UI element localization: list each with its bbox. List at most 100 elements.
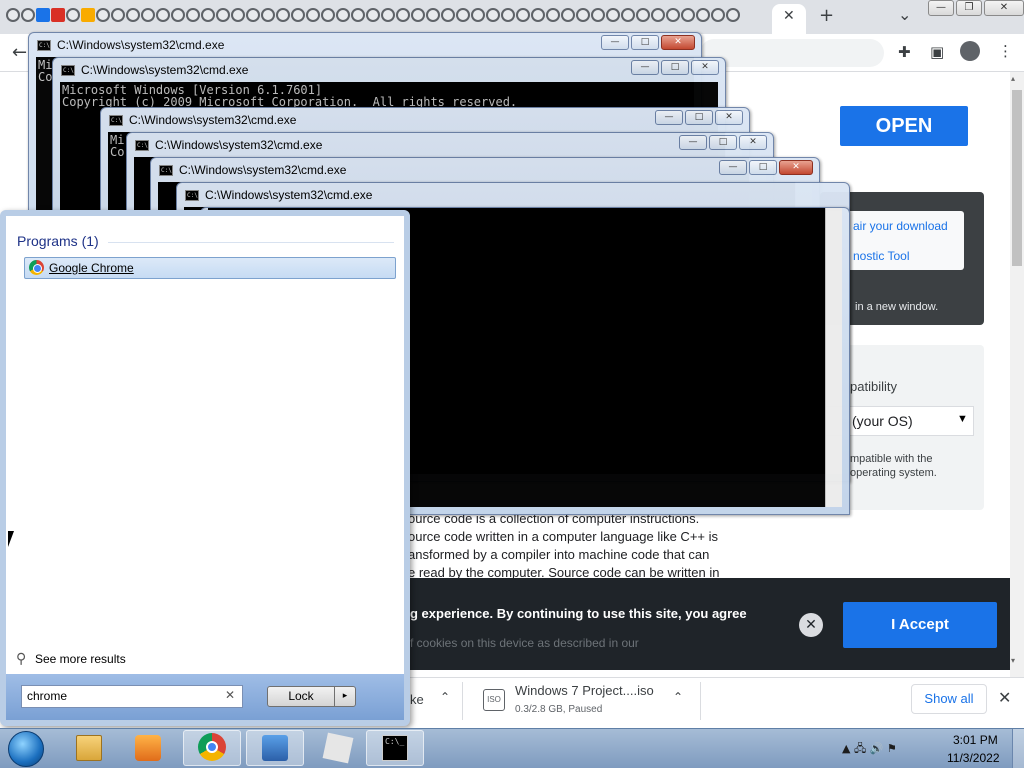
tab-favicon[interactable] <box>126 8 140 22</box>
system-tray-icons[interactable]: ▲ 🖧 🔊 ⚑ <box>842 740 897 759</box>
maximize-button[interactable]: □ <box>749 160 777 175</box>
open-button[interactable]: OPEN <box>840 106 968 146</box>
minimize-button[interactable]: — <box>631 60 659 75</box>
tab-favicon[interactable] <box>411 8 425 22</box>
diagnostic-tool-link[interactable]: nostic Tool <box>853 249 909 263</box>
see-more-results-link[interactable]: See more results <box>35 652 126 666</box>
close-tab-icon[interactable]: ✕ <box>783 8 795 24</box>
page-scrollbar-thumb[interactable] <box>1012 90 1022 266</box>
tab-favicon[interactable] <box>66 8 80 22</box>
tab-favicon[interactable] <box>111 8 125 22</box>
start-search-value[interactable]: chrome <box>27 689 67 703</box>
console-scrollbar[interactable] <box>825 208 842 507</box>
clock-time[interactable]: 3:01 PM <box>953 733 998 747</box>
previous-download-name[interactable]: ke <box>410 692 424 707</box>
start-button[interactable] <box>8 731 44 767</box>
tab-favicon[interactable] <box>351 8 365 22</box>
clear-search-icon[interactable]: ✕ <box>225 688 235 702</box>
scroll-up-arrow[interactable]: ▴ <box>1011 74 1015 83</box>
tab-favicon[interactable] <box>546 8 560 22</box>
menu-icon[interactable]: ⋮ <box>998 42 1013 60</box>
tab-favicon[interactable] <box>306 8 320 22</box>
maximize-button[interactable]: □ <box>661 60 689 75</box>
tab-favicon[interactable] <box>321 8 335 22</box>
repair-download-link[interactable]: air your download <box>853 219 948 233</box>
tab-favicon[interactable] <box>231 8 245 22</box>
minimize-button[interactable]: — <box>679 135 707 150</box>
tab-favicon[interactable] <box>186 8 200 22</box>
new-tab-icon[interactable]: + <box>819 5 834 26</box>
tab-favicon[interactable] <box>606 8 620 22</box>
close-button[interactable]: ✕ <box>661 35 695 50</box>
tab-favicon[interactable] <box>666 8 680 22</box>
download-tab-icon[interactable] <box>36 8 50 22</box>
close-button[interactable]: ✕ <box>715 110 743 125</box>
tab-favicon[interactable] <box>396 8 410 22</box>
maximize-button[interactable]: □ <box>685 110 713 125</box>
show-desktop-button[interactable] <box>1012 729 1024 768</box>
download-name[interactable]: Windows 7 Project....iso <box>515 683 654 698</box>
tab-favicon[interactable] <box>276 8 290 22</box>
accept-cookies-button[interactable]: I Accept <box>843 602 997 648</box>
tab-favicon[interactable] <box>336 8 350 22</box>
tab-favicon[interactable] <box>426 8 440 22</box>
tab-favicon[interactable] <box>96 8 110 22</box>
side-panel-icon[interactable]: ▣ <box>930 43 944 61</box>
tab-favicon[interactable] <box>711 8 725 22</box>
tab-favicon[interactable] <box>531 8 545 22</box>
tab-favicon[interactable] <box>6 8 20 22</box>
close-window-button[interactable]: ✕ <box>984 0 1024 16</box>
clock-date[interactable]: 11/3/2022 <box>947 751 1000 765</box>
tab-favicon[interactable] <box>201 8 215 22</box>
close-button[interactable]: ✕ <box>691 60 719 75</box>
tab-favicon[interactable] <box>366 8 380 22</box>
tab-favicon[interactable] <box>636 8 650 22</box>
show-all-downloads-button[interactable]: Show all <box>911 684 987 714</box>
chevron-up-icon[interactable]: ⌃ <box>440 690 450 704</box>
tab-favicon[interactable] <box>216 8 230 22</box>
tab-favicon[interactable] <box>651 8 665 22</box>
search-result-label[interactable]: Google Chrome <box>49 261 134 275</box>
close-download-bar-icon[interactable]: ✕ <box>998 688 1011 707</box>
tab-favicon[interactable] <box>501 8 515 22</box>
cookie-close-icon[interactable]: ✕ <box>799 613 823 637</box>
tab-favicon[interactable] <box>486 8 500 22</box>
minimize-button[interactable]: — <box>655 110 683 125</box>
tab-favicon[interactable] <box>141 8 155 22</box>
tab-search-icon[interactable]: ⌄ <box>898 5 911 24</box>
tab-favicon[interactable] <box>456 8 470 22</box>
extensions-icon[interactable]: ✚ <box>898 43 911 61</box>
tab-favicon[interactable] <box>51 8 65 22</box>
minimize-button[interactable]: — <box>928 0 954 16</box>
maximize-button[interactable]: ❐ <box>956 0 982 16</box>
tab-favicon[interactable] <box>246 8 260 22</box>
minimize-button[interactable]: — <box>719 160 747 175</box>
shutdown-options-arrow[interactable]: ▸ <box>334 686 356 707</box>
close-button[interactable]: ✕ <box>779 160 813 175</box>
tab-favicon[interactable] <box>681 8 695 22</box>
tab-favicon[interactable] <box>21 8 35 22</box>
chevron-up-icon[interactable]: ⌃ <box>673 690 683 704</box>
tab-favicon[interactable] <box>81 8 95 22</box>
tab-favicon[interactable] <box>696 8 710 22</box>
tab-favicon[interactable] <box>621 8 635 22</box>
maximize-button[interactable]: □ <box>631 35 659 50</box>
tab-favicon[interactable] <box>576 8 590 22</box>
address-bar[interactable] <box>700 39 884 67</box>
minimize-button[interactable]: — <box>601 35 629 50</box>
tab-favicon[interactable] <box>591 8 605 22</box>
tab-favicon[interactable] <box>171 8 185 22</box>
tab-favicon[interactable] <box>291 8 305 22</box>
tab-favicon[interactable] <box>726 8 740 22</box>
scroll-down-arrow[interactable]: ▾ <box>1011 656 1015 665</box>
tab-favicon[interactable] <box>381 8 395 22</box>
tab-favicon[interactable] <box>471 8 485 22</box>
close-button[interactable]: ✕ <box>739 135 767 150</box>
tab-favicon[interactable] <box>516 8 530 22</box>
pinned-tabs[interactable] <box>6 8 740 26</box>
tab-favicon[interactable] <box>561 8 575 22</box>
tab-favicon[interactable] <box>156 8 170 22</box>
lock-button[interactable]: Lock <box>267 686 335 707</box>
profile-icon[interactable] <box>960 41 980 61</box>
back-icon[interactable]: ← <box>12 42 27 63</box>
